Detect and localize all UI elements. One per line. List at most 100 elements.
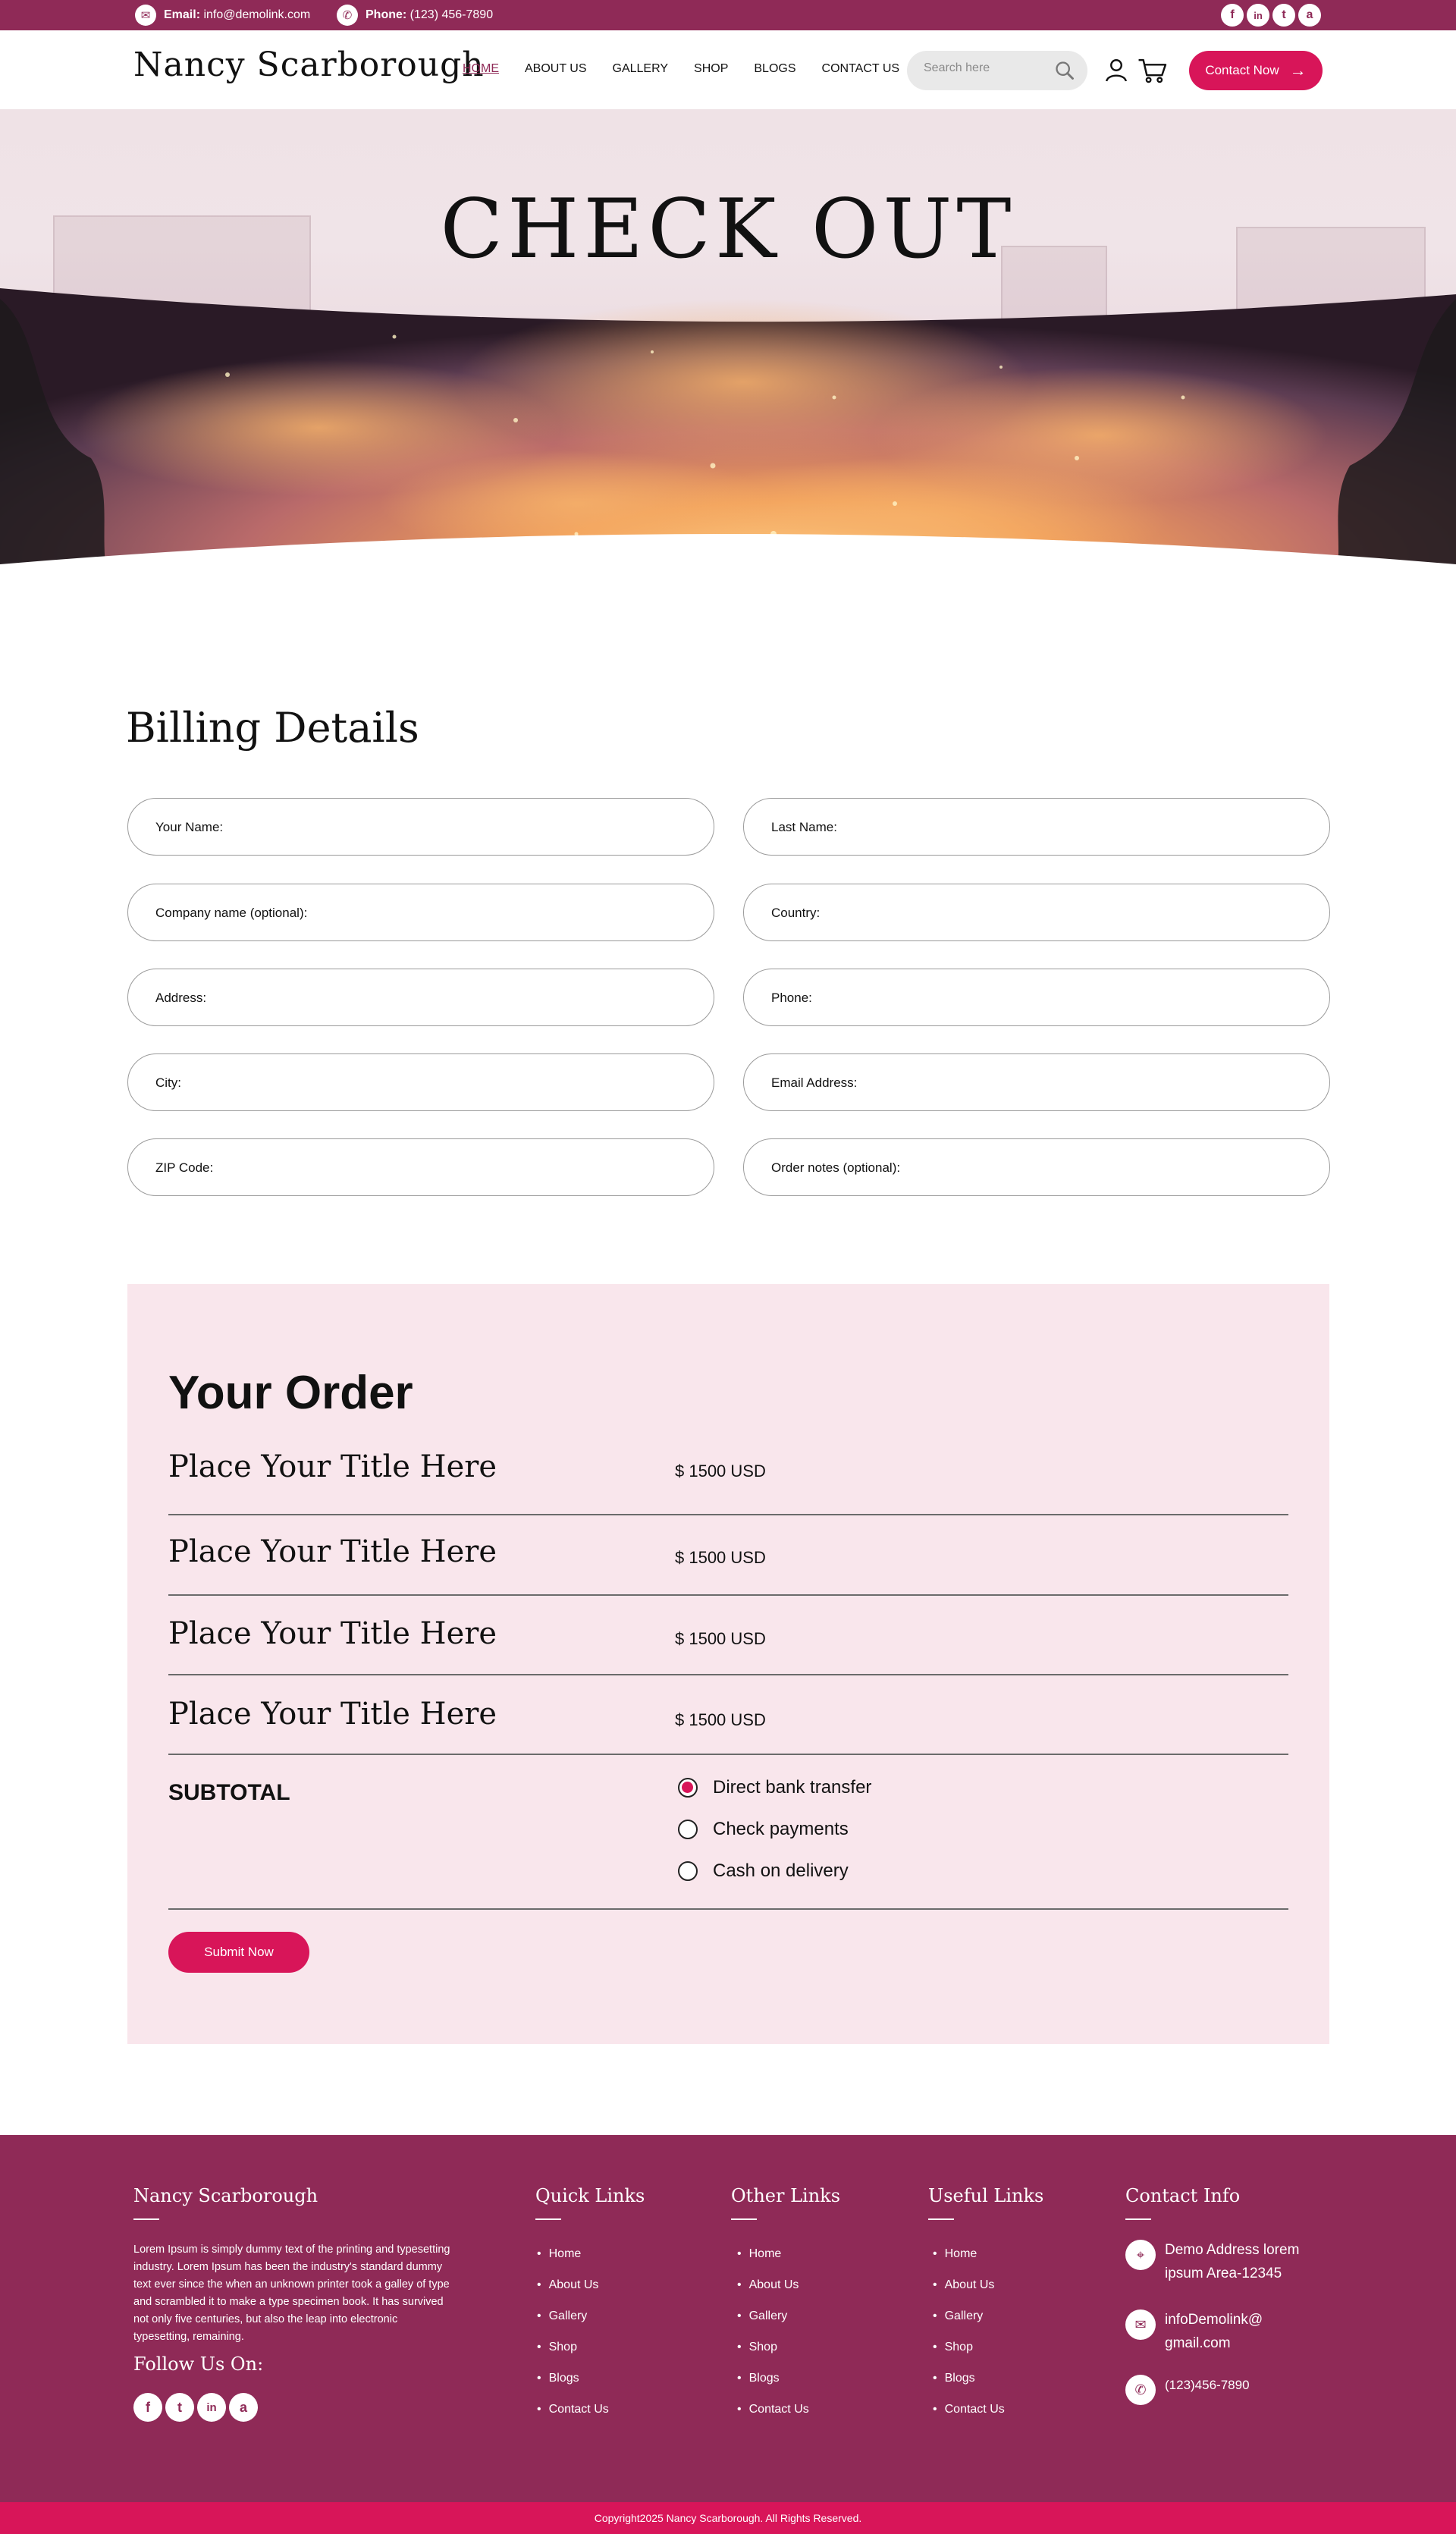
footer-link-label: Contact Us bbox=[548, 2403, 609, 2416]
search-input[interactable] bbox=[924, 61, 1045, 75]
nav-blogs[interactable]: BLOGS bbox=[754, 62, 795, 76]
email-address-field[interactable]: Email Address: bbox=[743, 1053, 1330, 1111]
payment-option-label: Direct bank transfer bbox=[713, 1777, 872, 1798]
footer-link-label: Shop bbox=[548, 2341, 577, 2353]
footer-link-label: Gallery bbox=[944, 2309, 984, 2322]
footer-link[interactable]: About Us bbox=[537, 2278, 609, 2309]
order-notes-input[interactable] bbox=[918, 1156, 1298, 1179]
footer-link[interactable]: Contact Us bbox=[737, 2403, 809, 2434]
phone-icon: ✆ bbox=[1125, 2375, 1156, 2405]
city-input[interactable] bbox=[303, 1071, 682, 1094]
phone-field[interactable]: Phone: bbox=[743, 969, 1330, 1026]
main-nav: HOME ABOUT US GALLERY SHOP BLOGS CONTACT… bbox=[463, 62, 899, 76]
twitter-icon[interactable]: t bbox=[1272, 4, 1295, 27]
facebook-icon[interactable]: f bbox=[1221, 4, 1244, 27]
phone-input[interactable] bbox=[918, 986, 1298, 1009]
order-item-title: Place Your Title Here bbox=[168, 1534, 497, 1569]
contact-phone[interactable]: ✆ (123)456-7890 bbox=[1125, 2373, 1250, 2405]
address-line: Demo Address lorem bbox=[1165, 2242, 1300, 2258]
contact-email[interactable]: ✉ infoDemolink@ gmail.com bbox=[1125, 2308, 1263, 2355]
title-underline bbox=[535, 2218, 561, 2220]
payment-option-check[interactable]: Check payments bbox=[678, 1819, 849, 1840]
top-phone[interactable]: ✆ Phone: (123) 456-7890 bbox=[337, 5, 493, 26]
email-line: gmail.com bbox=[1165, 2335, 1231, 2351]
follow-us-label: Follow Us On: bbox=[133, 2353, 264, 2375]
footer-link[interactable]: Contact Us bbox=[537, 2403, 609, 2434]
last-name-input[interactable] bbox=[918, 815, 1298, 838]
field-label: Your Name: bbox=[155, 820, 224, 834]
amazon-icon[interactable]: a bbox=[1298, 4, 1321, 27]
your-name-field[interactable]: Your Name: bbox=[127, 798, 714, 856]
footer-link-label: Home bbox=[748, 2247, 782, 2260]
radio-icon[interactable] bbox=[678, 1861, 698, 1881]
user-icon[interactable] bbox=[1103, 56, 1130, 83]
linkedin-icon[interactable]: in bbox=[197, 2393, 226, 2422]
company-name-field[interactable]: Company name (optional): bbox=[127, 884, 714, 941]
footer-link[interactable]: Shop bbox=[737, 2341, 809, 2372]
footer-link[interactable]: Gallery bbox=[933, 2309, 1005, 2341]
nav-home[interactable]: HOME bbox=[463, 62, 499, 76]
radio-icon[interactable] bbox=[678, 1820, 698, 1839]
country-field[interactable]: Country: bbox=[743, 884, 1330, 941]
zip-code-field[interactable]: ZIP Code: bbox=[127, 1138, 714, 1196]
divider bbox=[168, 1908, 1288, 1910]
country-input[interactable] bbox=[918, 901, 1298, 924]
amazon-icon[interactable]: a bbox=[229, 2393, 258, 2422]
footer-link[interactable]: Home bbox=[537, 2247, 609, 2278]
footer-link[interactable]: Blogs bbox=[933, 2372, 1005, 2403]
nav-contact-us[interactable]: CONTACT US bbox=[822, 62, 900, 76]
page-title: CHECK OUT bbox=[440, 182, 1016, 277]
order-notes-field[interactable]: Order notes (optional): bbox=[743, 1138, 1330, 1196]
footer-link-label: Contact Us bbox=[944, 2403, 1005, 2416]
footer-link-label: Home bbox=[944, 2247, 977, 2260]
radio-checked-icon[interactable] bbox=[678, 1778, 698, 1798]
nav-about-us[interactable]: ABOUT US bbox=[525, 62, 587, 76]
payment-option-cod[interactable]: Cash on delivery bbox=[678, 1860, 849, 1882]
search-icon[interactable] bbox=[1054, 60, 1075, 81]
address-field[interactable]: Address: bbox=[127, 969, 714, 1026]
address-input[interactable] bbox=[303, 986, 682, 1009]
footer-link[interactable]: Shop bbox=[933, 2341, 1005, 2372]
nav-gallery[interactable]: GALLERY bbox=[613, 62, 669, 76]
footer-link[interactable]: About Us bbox=[933, 2278, 1005, 2309]
footer-link[interactable]: Gallery bbox=[537, 2309, 609, 2341]
footer-brand[interactable]: Nancy Scarborough bbox=[133, 2185, 318, 2206]
order-title: Your Order bbox=[168, 1367, 413, 1419]
footer-link[interactable]: Gallery bbox=[737, 2309, 809, 2341]
footer-link[interactable]: Blogs bbox=[537, 2372, 609, 2403]
phone-line: (123)456-7890 bbox=[1165, 2378, 1250, 2392]
other-links-list: Home About Us Gallery Shop Blogs Contact… bbox=[737, 2247, 809, 2434]
field-label: Order notes (optional): bbox=[771, 1160, 901, 1175]
linkedin-icon[interactable]: in bbox=[1247, 4, 1269, 27]
location-pin-icon: ⌖ bbox=[1125, 2240, 1156, 2270]
contact-info-title: Contact Info bbox=[1125, 2185, 1241, 2206]
twitter-icon[interactable]: t bbox=[165, 2393, 194, 2422]
email-address-input[interactable] bbox=[918, 1071, 1298, 1094]
last-name-field[interactable]: Last Name: bbox=[743, 798, 1330, 856]
footer-link[interactable]: Contact Us bbox=[933, 2403, 1005, 2434]
site-logo[interactable]: Nancy Scarborough bbox=[133, 46, 485, 84]
footer-link[interactable]: Shop bbox=[537, 2341, 609, 2372]
top-email[interactable]: ✉ Email: info@demolink.com bbox=[135, 5, 310, 26]
your-name-input[interactable] bbox=[303, 815, 682, 838]
footer-link-label: Blogs bbox=[748, 2372, 780, 2385]
zip-code-input[interactable] bbox=[303, 1156, 682, 1179]
order-item-price: $ 1500 USD bbox=[675, 1548, 766, 1567]
contact-now-button[interactable]: Contact Now → bbox=[1189, 51, 1323, 90]
field-label: City: bbox=[155, 1075, 181, 1090]
footer-link[interactable]: Home bbox=[933, 2247, 1005, 2278]
company-name-input[interactable] bbox=[303, 901, 682, 924]
payment-option-label: Check payments bbox=[713, 1819, 849, 1839]
footer-link[interactable]: Blogs bbox=[737, 2372, 809, 2403]
payment-option-bank[interactable]: Direct bank transfer bbox=[678, 1777, 871, 1798]
footer-link[interactable]: About Us bbox=[737, 2278, 809, 2309]
nav-shop[interactable]: SHOP bbox=[694, 62, 728, 76]
divider bbox=[168, 1754, 1288, 1755]
footer-link-label: Shop bbox=[748, 2341, 777, 2353]
submit-button[interactable]: Submit Now bbox=[168, 1932, 309, 1973]
facebook-icon[interactable]: f bbox=[133, 2393, 162, 2422]
divider bbox=[168, 1674, 1288, 1675]
city-field[interactable]: City: bbox=[127, 1053, 714, 1111]
footer-link[interactable]: Home bbox=[737, 2247, 809, 2278]
cart-icon[interactable] bbox=[1138, 56, 1168, 85]
